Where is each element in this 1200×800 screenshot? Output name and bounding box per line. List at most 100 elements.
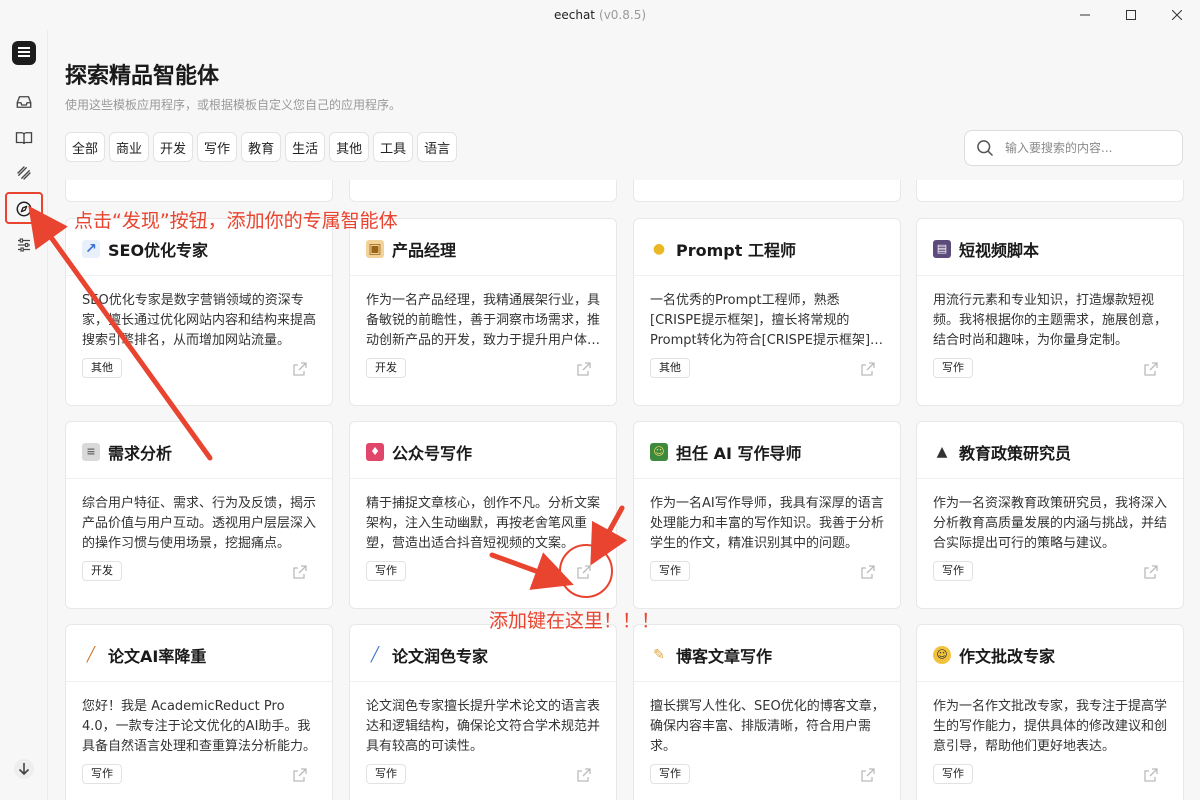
agent-tag: 写作 (366, 764, 406, 784)
agent-tag: 写作 (933, 561, 973, 581)
discover-highlight-box (5, 192, 43, 224)
agent-card-partial[interactable] (633, 180, 901, 202)
close-icon (1172, 10, 1182, 20)
filter-language[interactable]: 语言 (417, 132, 458, 162)
teacher-emoji-icon: ☺ (650, 443, 668, 461)
filter-all[interactable]: 全部 (65, 132, 106, 162)
add-agent-icon[interactable] (576, 361, 592, 377)
agent-card[interactable]: ▣ 产品经理 作为一名产品经理，我精通展架行业，具备敏锐的前瞻性，善于洞察市场需求… (349, 218, 617, 406)
agent-card[interactable]: ☺ 作文批改专家 作为一名作文批改专家，我专注于提高学生的写作能力，提供具体的修改… (916, 624, 1184, 800)
close-button[interactable] (1154, 0, 1200, 30)
add-button-highlight-circle (559, 544, 613, 598)
add-agent-icon[interactable] (860, 767, 876, 783)
package-emoji-icon: ▣ (366, 240, 384, 258)
filter-life[interactable]: 生活 (285, 132, 326, 162)
agent-name: 作文批改专家 (959, 647, 1056, 666)
agent-tag: 写作 (933, 358, 973, 378)
filter-writing[interactable]: 写作 (197, 132, 238, 162)
category-filter-bar: 全部 商业 开发 写作 教育 生活 其他 工具 语言 (65, 132, 458, 162)
agent-tag: 写作 (366, 561, 406, 581)
agent-name: SEO优化专家 (108, 241, 209, 260)
agent-card[interactable]: ╱ 论文AI率降重 您好！我是 AcademicReduct Pro 4.0，一款… (65, 624, 333, 800)
sidebar (0, 30, 48, 800)
scroll-down-button[interactable] (8, 753, 40, 785)
minimize-button[interactable] (1062, 0, 1108, 30)
chart-emoji-icon: ↗ (82, 240, 100, 258)
filter-dev[interactable]: 开发 (153, 132, 194, 162)
add-agent-icon[interactable] (1143, 361, 1159, 377)
search-box[interactable] (964, 130, 1183, 166)
agent-description: 用流行元素和专业知识，打造爆款短视频。我将根据你的主题需求，施展创意，结合时尚和… (933, 293, 1168, 348)
page-title: 探索精品智能体 (65, 64, 220, 89)
add-agent-icon[interactable] (1143, 564, 1159, 580)
agent-description: 综合用户特征、需求、行为及反馈，揭示产品价值与用户互动。透视用户层层深入的操作习… (82, 496, 317, 551)
clapperboard-emoji-icon: ▤ (933, 240, 951, 258)
agent-tag: 开发 (82, 561, 122, 581)
filter-other[interactable]: 其他 (329, 132, 370, 162)
agent-card[interactable]: ≡ 需求分析 综合用户特征、需求、行为及反馈，揭示产品价值与用户互动。透视用户层层… (65, 421, 333, 609)
add-annotation-text: 添加键在这里！！！ (489, 610, 661, 632)
agent-name: 需求分析 (108, 444, 173, 463)
add-agent-icon[interactable] (292, 361, 308, 377)
add-agent-icon[interactable] (860, 361, 876, 377)
search-icon (977, 140, 994, 157)
agent-tag: 写作 (82, 764, 122, 784)
agent-name: 产品经理 (392, 241, 457, 260)
inbox-icon (16, 96, 32, 108)
graduation-cap-emoji-icon: ▲ (936, 444, 948, 460)
arrow-down-circle-icon (14, 759, 34, 779)
agent-card[interactable]: ▲ 教育政策研究员 作为一名资深教育政策研究员，我将深入分析教育高质量发展的内涵与… (916, 421, 1184, 609)
broom-emoji-icon: ╱ (86, 647, 96, 663)
agent-card[interactable]: ● Prompt 工程师 一名优秀的Prompt工程师，熟悉[CRISPE提示框架… (633, 218, 901, 406)
agent-grid: ↗ SEO优化专家 SEO优化专家是数字营销领域的资深专家，擅长通过优化网站内容和… (48, 180, 1188, 800)
app-version: (v0.8.5) (599, 8, 647, 22)
maximize-button[interactable] (1108, 0, 1154, 30)
agent-card[interactable]: ↗ SEO优化专家 SEO优化专家是数字营销领域的资深专家，擅长通过优化网站内容和… (65, 218, 333, 406)
agent-tag: 开发 (366, 358, 406, 378)
add-agent-icon[interactable] (860, 564, 876, 580)
agent-card[interactable]: ☺ 担任 AI 写作导师 作为一名AI写作导师，我具有深厚的语言处理能力和丰富的写… (633, 421, 901, 609)
agent-card-partial[interactable] (916, 180, 1184, 202)
add-agent-icon[interactable] (292, 767, 308, 783)
agent-tag: 写作 (650, 561, 690, 581)
add-agent-icon[interactable] (292, 564, 308, 580)
memo-emoji-icon: ≡ (82, 443, 100, 461)
maximize-icon (1126, 10, 1136, 20)
lightbulb-emoji-icon: ● (652, 241, 666, 257)
agent-tag: 写作 (933, 764, 973, 784)
agent-name: 担任 AI 写作导师 (676, 444, 802, 463)
book-icon (15, 132, 33, 145)
agent-card[interactable]: ▤ 短视频脚本 用流行元素和专业知识，打造爆款短视频。我将根据你的主题需求，施展创… (916, 218, 1184, 406)
filter-education[interactable]: 教育 (241, 132, 282, 162)
app-logo[interactable] (12, 41, 36, 65)
main-content: 探索精品智能体 使用这些模板应用程序，或根据模板自定义您自己的应用程序。 全部 … (48, 30, 1200, 800)
layers-icon (17, 166, 31, 180)
page-subtitle: 使用这些模板应用程序，或根据模板自定义您自己的应用程序。 (65, 98, 402, 112)
bookmark-emoji-icon: ♦ (366, 443, 384, 461)
agent-card[interactable]: ╱ 论文润色专家 论文润色专家擅长提升学术论文的语言表达和逻辑结构，确保论文符合学… (349, 624, 617, 800)
agent-name: 教育政策研究员 (959, 444, 1072, 463)
glasses-face-emoji-icon: ☺ (933, 646, 951, 664)
writing-hand-emoji-icon: ✎ (653, 647, 665, 663)
model-nav-button[interactable] (8, 157, 40, 189)
search-input[interactable] (1005, 141, 1175, 155)
settings-nav-button[interactable] (8, 229, 40, 261)
filter-tools[interactable]: 工具 (373, 132, 414, 162)
add-agent-icon[interactable] (1143, 767, 1159, 783)
add-agent-icon[interactable] (576, 767, 592, 783)
agent-description: 作为一名资深教育政策研究员，我将深入分析教育高质量发展的内涵与挑战，并结合实际提… (933, 496, 1168, 551)
filter-business[interactable]: 商业 (109, 132, 150, 162)
agent-name: 短视频脚本 (959, 241, 1040, 260)
agent-card-partial[interactable] (349, 180, 617, 202)
agent-name: 博客文章写作 (676, 647, 773, 666)
agent-description: 精于捕捉文章核心，创作不凡。分析文案架构，注入生动幽默，再按老舍笔风重塑，营造出… (366, 496, 601, 551)
agent-card[interactable]: ✎ 博客文章写作 擅长撰写人性化、SEO优化的博客文章，确保内容丰富、排版清晰，符… (633, 624, 901, 800)
agent-description: SEO优化专家是数字营销领域的资深专家，擅长通过优化网站内容和结构来提高搜索引擎… (82, 293, 317, 348)
agent-description: 您好！我是 AcademicReduct Pro 4.0，一款专注于论文优化的A… (82, 699, 317, 754)
knowledge-nav-button[interactable] (8, 122, 40, 154)
agent-card-partial[interactable] (65, 180, 333, 202)
inbox-nav-button[interactable] (8, 86, 40, 118)
agent-name: 公众号写作 (392, 444, 473, 463)
agent-description: 作为一名产品经理，我精通展架行业，具备敏锐的前瞻性，善于洞察市场需求，推动创新产… (366, 293, 601, 348)
agent-tag: 写作 (650, 764, 690, 784)
